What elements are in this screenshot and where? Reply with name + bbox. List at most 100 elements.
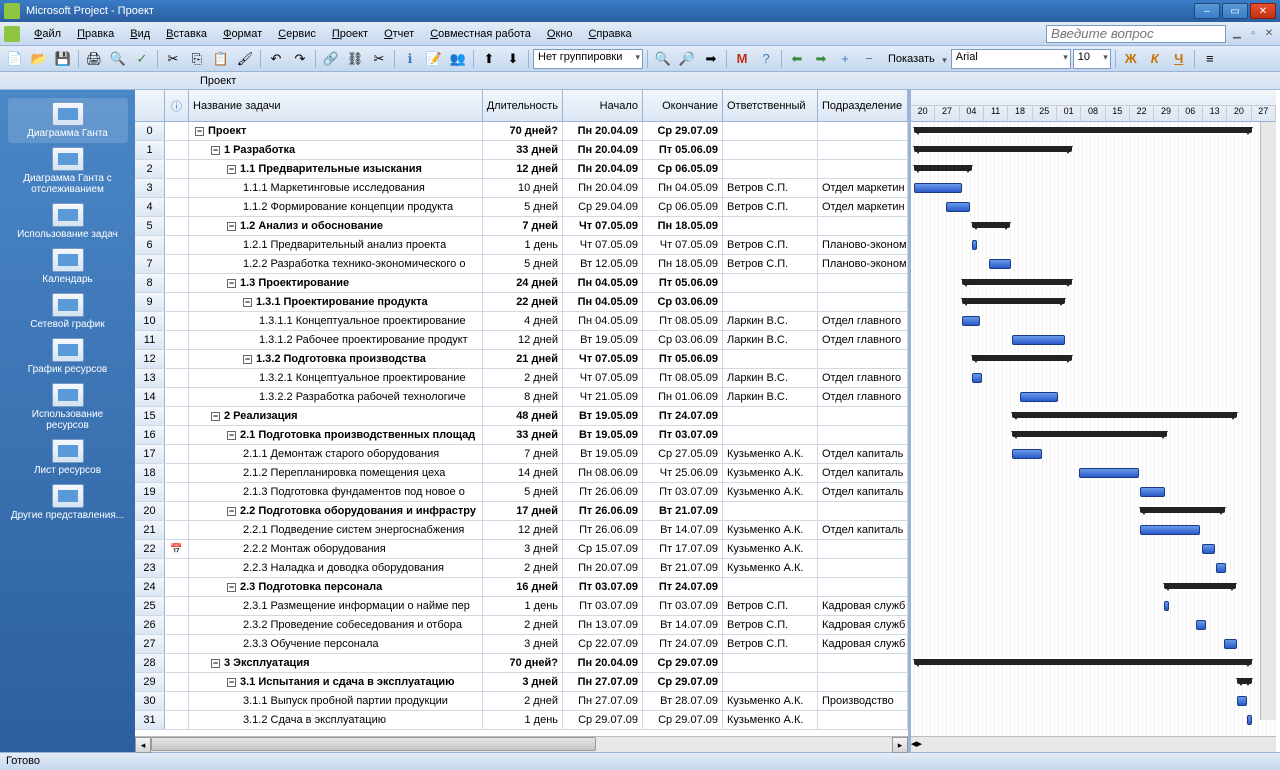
row-info[interactable] <box>165 426 189 444</box>
summary-bar[interactable] <box>972 222 1010 228</box>
gantt-row[interactable] <box>911 711 1276 730</box>
row-number[interactable]: 13 <box>135 369 165 387</box>
gantt-row[interactable] <box>911 293 1276 312</box>
end-cell[interactable]: Пн 01.06.09 <box>643 388 723 406</box>
split-task-button[interactable]: ✂ <box>368 48 390 70</box>
row-info[interactable] <box>165 160 189 178</box>
row-number[interactable]: 27 <box>135 635 165 653</box>
gantt-scroll-right-button[interactable]: ▸ <box>917 737 923 752</box>
duration-cell[interactable]: 7 дней <box>483 217 563 235</box>
print-button[interactable]: 🖨 <box>83 48 105 70</box>
copy-picture-button[interactable]: M <box>731 48 753 70</box>
task-name-cell[interactable]: 1.1.2 Формирование концепции продукта <box>189 198 483 216</box>
gantt-h-scrollbar[interactable]: ◂ ▸ <box>911 736 1276 752</box>
row-info[interactable] <box>165 692 189 710</box>
task-name-cell[interactable]: 1.3.1.2 Рабочее проектирование продукт <box>189 331 483 349</box>
duration-cell[interactable]: 3 дней <box>483 673 563 691</box>
department-cell[interactable] <box>818 502 908 520</box>
row-number[interactable]: 25 <box>135 597 165 615</box>
task-info-button[interactable]: ℹ <box>399 48 421 70</box>
responsible-cell[interactable] <box>723 502 818 520</box>
task-name-cell[interactable]: 1.2.2 Разработка технико-экономического … <box>189 255 483 273</box>
task-bar[interactable] <box>989 259 1011 269</box>
gantt-row[interactable] <box>911 559 1276 578</box>
new-button[interactable]: 📄 <box>4 48 26 70</box>
task-name-cell[interactable]: 3.1.2 Сдача в эксплуатацию <box>189 711 483 729</box>
scroll-right-button[interactable]: ▸ <box>892 737 908 753</box>
end-cell[interactable]: Пт 08.05.09 <box>643 369 723 387</box>
department-cell[interactable] <box>818 141 908 159</box>
view-5[interactable]: График ресурсов <box>8 334 128 379</box>
menu-отчет[interactable]: Отчет <box>376 25 422 43</box>
task-name-cell[interactable]: − 1.3 Проектирование <box>189 274 483 292</box>
row-number[interactable]: 24 <box>135 578 165 596</box>
publish-button[interactable]: ⬆ <box>478 48 500 70</box>
start-cell[interactable]: Ср 15.07.09 <box>563 540 643 558</box>
duration-cell[interactable]: 24 дней <box>483 274 563 292</box>
end-cell[interactable]: Пт 05.06.09 <box>643 274 723 292</box>
show-outline-button[interactable]: Показать <box>882 51 949 67</box>
header-rownum[interactable] <box>135 90 165 121</box>
task-name-cell[interactable]: 3.1.1 Выпуск пробной партии продукции <box>189 692 483 710</box>
table-row[interactable]: 16− 2.1 Подготовка производственных площ… <box>135 426 908 445</box>
task-name-cell[interactable]: 1.3.2.2 Разработка рабочей технологиче <box>189 388 483 406</box>
open-button[interactable]: 📂 <box>28 48 50 70</box>
header-department[interactable]: Подразделение <box>818 90 908 121</box>
task-bar[interactable] <box>1247 715 1252 725</box>
department-cell[interactable] <box>818 578 908 596</box>
department-cell[interactable] <box>818 217 908 235</box>
header-info[interactable]: ⓘ <box>165 90 189 121</box>
end-cell[interactable]: Ср 29.07.09 <box>643 122 723 140</box>
duration-cell[interactable]: 70 дней? <box>483 122 563 140</box>
end-cell[interactable]: Вт 21.07.09 <box>643 502 723 520</box>
start-cell[interactable]: Пн 13.07.09 <box>563 616 643 634</box>
header-name[interactable]: Название задачи <box>189 90 483 121</box>
table-row[interactable]: 25 2.3.1 Размещение информации о найме п… <box>135 597 908 616</box>
task-name-cell[interactable]: 2.2.3 Наладка и доводка оборудования <box>189 559 483 577</box>
table-row[interactable]: 15− 2 Реализация48 днейВт 19.05.09Пт 24.… <box>135 407 908 426</box>
show-subtasks-button[interactable]: + <box>834 48 856 70</box>
task-name-cell[interactable]: − 1.1 Предварительные изыскания <box>189 160 483 178</box>
app-menu-icon[interactable] <box>4 26 20 42</box>
responsible-cell[interactable]: Кузьменко А.К. <box>723 711 818 729</box>
view-4[interactable]: Сетевой график <box>8 289 128 334</box>
row-number[interactable]: 30 <box>135 692 165 710</box>
department-cell[interactable]: Отдел главного <box>818 388 908 406</box>
duration-cell[interactable]: 2 дней <box>483 369 563 387</box>
row-info[interactable] <box>165 673 189 691</box>
task-bar[interactable] <box>1224 639 1237 649</box>
row-info[interactable] <box>165 388 189 406</box>
close-button[interactable]: ✕ <box>1250 3 1276 19</box>
import-button[interactable]: ⬇ <box>502 48 524 70</box>
gantt-timescale[interactable]: 202704111825010815222906132027 <box>911 90 1276 122</box>
table-row[interactable]: 26 2.3.2 Проведение собеседования и отбо… <box>135 616 908 635</box>
task-bar[interactable] <box>1140 487 1165 497</box>
gantt-row[interactable] <box>911 426 1276 445</box>
task-name-cell[interactable]: − 3.1 Испытания и сдача в эксплуатацию <box>189 673 483 691</box>
gantt-row[interactable] <box>911 236 1276 255</box>
task-name-cell[interactable]: − 1.3.2 Подготовка производства <box>189 350 483 368</box>
table-row[interactable]: 8− 1.3 Проектирование24 днейПн 04.05.09П… <box>135 274 908 293</box>
responsible-cell[interactable] <box>723 426 818 444</box>
end-cell[interactable]: Ср 03.06.09 <box>643 293 723 311</box>
row-info[interactable] <box>165 350 189 368</box>
duration-cell[interactable]: 33 дней <box>483 141 563 159</box>
view-3[interactable]: Календарь <box>8 244 128 289</box>
department-cell[interactable] <box>818 350 908 368</box>
row-info[interactable] <box>165 198 189 216</box>
task-bar[interactable] <box>914 183 962 193</box>
responsible-cell[interactable]: Ларкин В.С. <box>723 369 818 387</box>
task-name-cell[interactable]: 1.1.1 Маркетинговые исследования <box>189 179 483 197</box>
department-cell[interactable]: Отдел главного <box>818 331 908 349</box>
row-info[interactable] <box>165 597 189 615</box>
department-cell[interactable] <box>818 426 908 444</box>
responsible-cell[interactable]: Кузьменко А.К. <box>723 559 818 577</box>
end-cell[interactable]: Пт 24.07.09 <box>643 635 723 653</box>
responsible-cell[interactable]: Кузьменко А.К. <box>723 445 818 463</box>
row-info[interactable] <box>165 464 189 482</box>
gantt-row[interactable] <box>911 179 1276 198</box>
start-cell[interactable]: Пн 20.04.09 <box>563 122 643 140</box>
table-row[interactable]: 19 2.1.3 Подготовка фундаментов под ново… <box>135 483 908 502</box>
row-info[interactable] <box>165 635 189 653</box>
task-name-cell[interactable]: − 1.3.1 Проектирование продукта <box>189 293 483 311</box>
